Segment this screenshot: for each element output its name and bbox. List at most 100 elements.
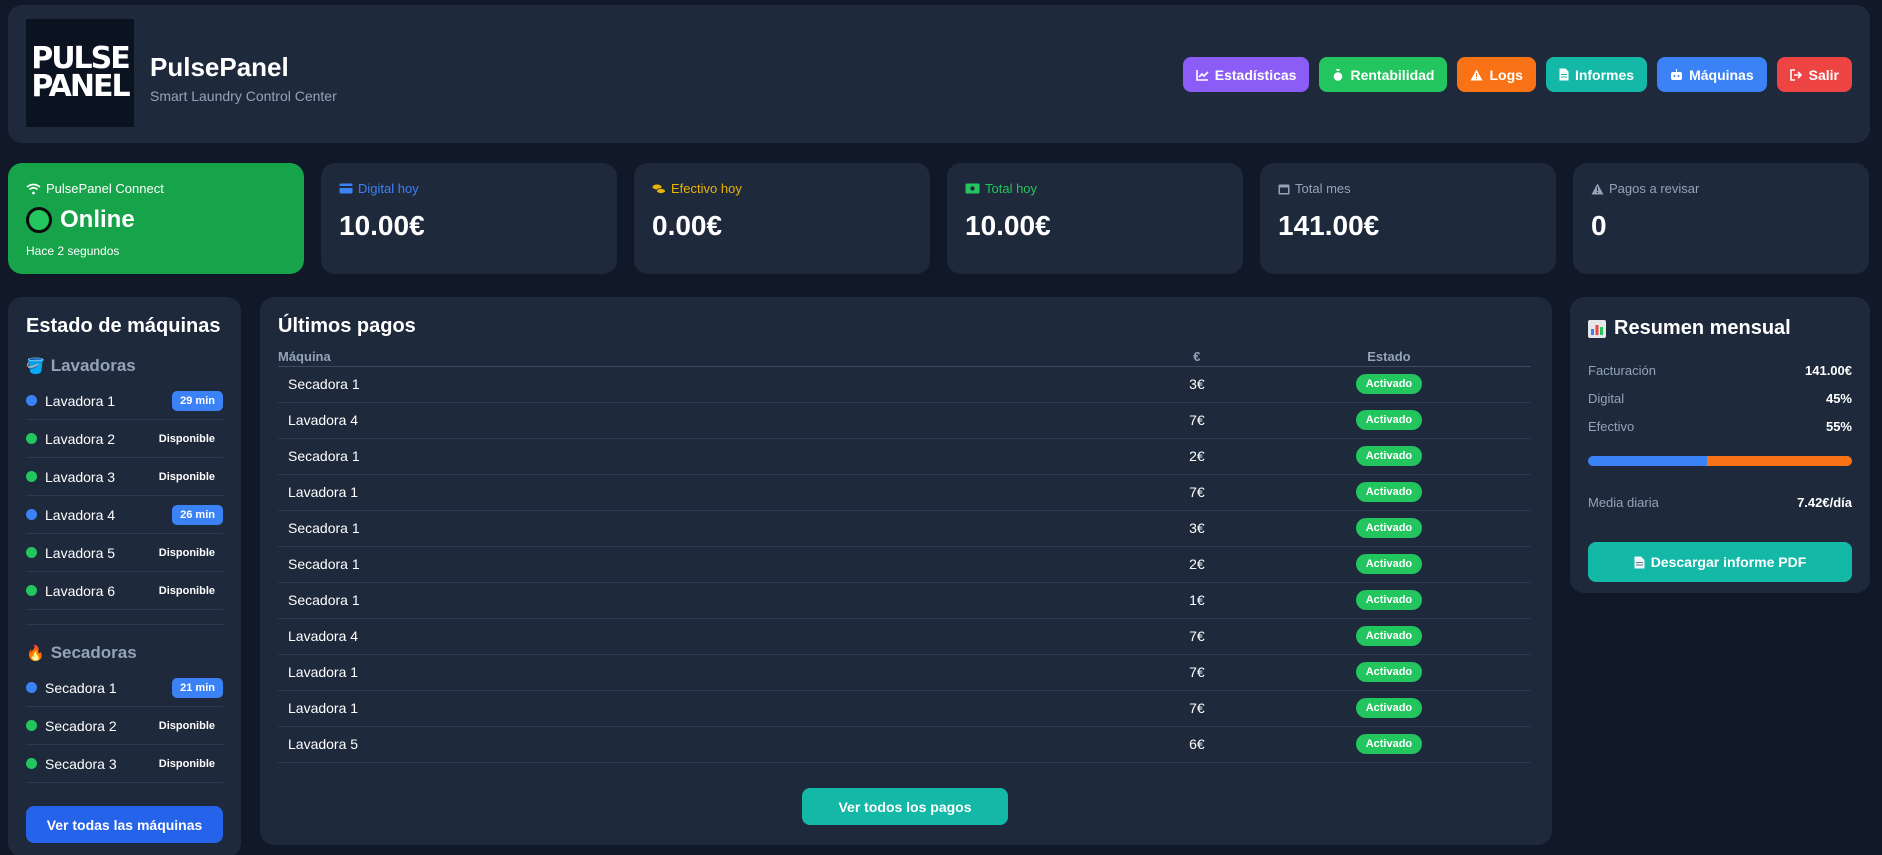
payment-machine: Lavadora 5 xyxy=(278,726,627,763)
connect-card: PulsePanel Connect Online Hace 2 segundo… xyxy=(8,163,304,274)
nav-salir-button[interactable]: Salir xyxy=(1776,57,1852,92)
pulsepanel-logo: PULSE PANEL xyxy=(26,19,134,127)
payment-amount: 7€ xyxy=(1146,618,1247,655)
machine-row[interactable]: Lavadora 3 Disponible xyxy=(26,458,223,496)
payment-amount: 2€ xyxy=(1146,546,1247,583)
nav-estadisticas-button[interactable]: Estadísticas xyxy=(1182,57,1310,92)
payments-table: Máquina € Estado Secadora 1 3€ Activado Lav… xyxy=(278,348,1531,763)
payment-machine: Secadora 1 xyxy=(278,438,627,475)
available-dot-icon xyxy=(26,758,37,769)
summary-title-row: Resumen mensual xyxy=(1588,317,1852,340)
nav-logs-button[interactable]: Logs xyxy=(1457,57,1536,92)
bar-chart-icon xyxy=(1588,319,1606,338)
coins-icon xyxy=(652,184,666,194)
payment-row: Lavadora 1 7€ Activado xyxy=(278,654,1531,691)
total-value: 10.00€ xyxy=(965,210,1051,241)
daily-average-row: Media diaria 7.42€/día xyxy=(1588,488,1852,516)
nav-informes-button[interactable]: Informes xyxy=(1545,57,1648,92)
payment-amount: 1€ xyxy=(1146,582,1247,619)
status-badge: Activado xyxy=(1355,410,1423,430)
total-label-row: Total hoy xyxy=(965,181,1225,196)
machine-row[interactable]: Lavadora 4 26 min xyxy=(26,496,223,534)
payment-machine: Lavadora 1 xyxy=(278,654,627,691)
money-bill-icon xyxy=(965,183,980,194)
cash-share-fill xyxy=(1706,456,1852,466)
busy-dot-icon xyxy=(26,682,37,693)
app-subtitle: Smart Laundry Control Center xyxy=(150,88,337,104)
payment-amount: 3€ xyxy=(1146,510,1247,547)
status-badge: Activado xyxy=(1355,626,1423,646)
money-bag-icon xyxy=(1334,69,1343,81)
payment-spacer xyxy=(626,654,1147,691)
cash-row: Efectivo 55% xyxy=(1588,412,1852,440)
col-header-state: Estado xyxy=(1246,348,1531,367)
machine-status-badge: Disponible xyxy=(158,432,215,445)
machine-row[interactable]: Secadora 1 21 min xyxy=(26,669,223,707)
available-dot-icon xyxy=(26,720,37,731)
download-pdf-button[interactable]: Descargar informe PDF xyxy=(1588,542,1852,582)
calendar-icon xyxy=(1278,184,1290,194)
payment-spacer xyxy=(626,366,1147,403)
online-status: Online xyxy=(26,206,286,234)
month-label-row: Total mes xyxy=(1278,181,1538,196)
payment-row: Secadora 1 2€ Activado xyxy=(278,438,1531,475)
view-all-machines-button[interactable]: Ver todas las máquinas xyxy=(26,806,223,843)
status-badge: Activado xyxy=(1355,482,1423,502)
machine-row[interactable]: Lavadora 1 29 min xyxy=(26,382,223,420)
payment-amount: 7€ xyxy=(1146,402,1247,439)
payment-spacer xyxy=(626,402,1147,439)
nav-label: Máquinas xyxy=(1689,66,1754,83)
review-label-row: Pagos a revisar xyxy=(1591,181,1851,196)
payment-machine: Secadora 1 xyxy=(278,546,627,583)
nav-maquinas-button[interactable]: Máquinas xyxy=(1657,57,1767,92)
total-today-card: Total hoy 10.00€ xyxy=(947,163,1243,274)
machine-row[interactable]: Lavadora 6 Disponible xyxy=(26,572,223,610)
payment-row: Lavadora 4 7€ Activado xyxy=(278,402,1531,439)
available-dot-icon xyxy=(26,585,37,596)
washer-list: Lavadora 1 29 min Lavadora 2 Disponible Lava… xyxy=(26,382,223,610)
machine-status-badge: Disponible xyxy=(158,584,215,597)
machine-status-badge: Disponible xyxy=(158,757,215,770)
header: PULSE PANEL PulsePanel Smart Laundry Con… xyxy=(8,5,1870,143)
machine-row[interactable]: Secadora 2 Disponible xyxy=(26,707,223,745)
payment-amount: 7€ xyxy=(1146,654,1247,691)
billing-label: Facturación xyxy=(1588,362,1656,378)
dryers-group-title: 🔥 Secadoras xyxy=(26,643,223,663)
machine-row[interactable]: Secadora 3 Disponible xyxy=(26,745,223,783)
payment-spacer xyxy=(626,618,1147,655)
payment-machine: Secadora 1 xyxy=(278,366,627,403)
summary-title: Resumen mensual xyxy=(1614,317,1791,339)
machines-title: Estado de máquinas xyxy=(26,315,221,337)
payment-row: Lavadora 1 7€ Activado xyxy=(278,474,1531,511)
payment-row: Secadora 1 3€ Activado xyxy=(278,366,1531,403)
payment-spacer xyxy=(626,726,1147,763)
nav-rentabilidad-button[interactable]: Rentabilidad xyxy=(1319,57,1448,92)
payment-amount: 7€ xyxy=(1146,474,1247,511)
logo-line-2: PANEL xyxy=(31,69,130,104)
status-badge: Activado xyxy=(1355,554,1423,574)
machine-row[interactable]: Lavadora 2 Disponible xyxy=(26,420,223,458)
payment-state-cell: Activado xyxy=(1246,474,1531,511)
payment-state-cell: Activado xyxy=(1246,438,1531,475)
busy-dot-icon xyxy=(26,509,37,520)
digital-value: 10.00€ xyxy=(339,210,425,241)
machine-name: Lavadora 5 xyxy=(45,544,116,561)
payments-header-row: Máquina € Estado xyxy=(278,348,1531,367)
payments-title: Últimos pagos xyxy=(278,315,416,337)
cash-label-row: Efectivo hoy xyxy=(652,181,912,196)
payment-amount: 2€ xyxy=(1146,438,1247,475)
payments-review-card: Pagos a revisar 0 xyxy=(1573,163,1869,274)
machine-row[interactable]: Lavadora 5 Disponible xyxy=(26,534,223,572)
month-total-card: Total mes 141.00€ xyxy=(1260,163,1556,274)
document-icon xyxy=(1634,556,1645,568)
view-all-payments-button[interactable]: Ver todos los pagos xyxy=(802,788,1008,825)
washers-title: Lavadoras xyxy=(50,356,136,375)
payment-amount: 7€ xyxy=(1146,690,1247,727)
digital-today-card: Digital hoy 10.00€ xyxy=(321,163,617,274)
payment-state-cell: Activado xyxy=(1246,366,1531,403)
payment-amount: 3€ xyxy=(1146,366,1247,403)
washers-group-title: 🪣 Lavadoras xyxy=(26,356,223,376)
payments-body: Secadora 1 3€ Activado Lavadora 4 7€ Activado… xyxy=(278,366,1531,763)
digital-label-row: Digital hoy xyxy=(339,181,599,196)
connect-label: PulsePanel Connect xyxy=(46,181,164,196)
